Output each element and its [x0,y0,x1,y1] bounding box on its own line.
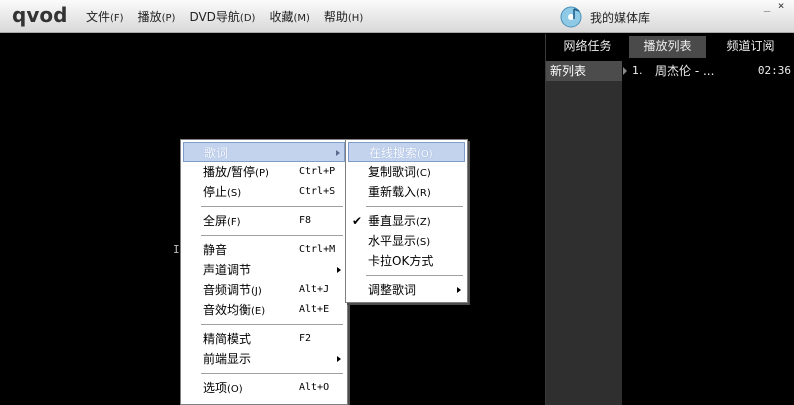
menu-item-fullscreen[interactable]: 全屏(F) F8 [181,211,347,231]
playlist-new-list[interactable]: 新列表 [546,61,622,81]
submenu-item-reload[interactable]: 重新载入(R) [346,182,467,202]
play-marker-icon [623,67,627,75]
menu-item-audio-adjust[interactable]: 音频调节(J) Alt+J [181,280,347,300]
submenu-arrow-icon [336,150,340,156]
menu-favorites[interactable]: 收藏(M) [269,8,309,25]
logo-text: qvod [12,4,67,27]
media-library-label: 我的媒体库 [590,10,651,25]
track-title: 周杰伦 - ... [655,64,715,78]
track-list: 1. 周杰伦 - ... 02:36 [623,61,794,405]
check-icon: ✔ [352,214,363,228]
media-library-icon [560,6,582,28]
menu-help[interactable]: 帮助(H) [324,8,363,25]
menu-file[interactable]: 文件(F) [86,8,124,25]
menu-item-stop[interactable]: 停止(S) Ctrl+S [181,182,347,202]
menu-item-lyrics[interactable]: 歌词 [183,142,345,162]
menu-item-front-display[interactable]: 前端显示 [181,349,347,369]
qvod-logo: qvod [12,4,67,27]
submenu-arrow-icon [337,267,341,273]
menu-item-compact-mode[interactable]: 精简模式 F2 [181,329,347,349]
track-row[interactable]: 1. 周杰伦 - ... 02:36 [623,61,794,81]
tab-network-tasks[interactable]: 网络任务 [546,36,629,58]
window-controls: _ × [760,0,788,14]
panel-tabs: 网络任务 播放列表 频道订阅 [546,34,794,58]
lyrics-submenu: 在线搜索(O) 复制歌词(C) 重新载入(R) ✔ 垂直显示(Z) 水平显示(S… [345,139,468,303]
menu-separator [366,206,463,207]
submenu-arrow-icon [457,287,461,293]
menu-separator [201,235,343,236]
menu-separator [201,373,343,374]
menu-item-channel-adjust[interactable]: 声道调节 [181,260,347,280]
title-bar: qvod 文件(F) 播放(P) DVD导航(D) 收藏(M) 帮助(H) 我的… [0,0,794,33]
context-menu: 歌词 播放/暂停(P) Ctrl+P 停止(S) Ctrl+S 全屏(F) F8… [180,139,348,405]
menu-play[interactable]: 播放(P) [138,8,176,25]
submenu-item-vertical-display[interactable]: ✔ 垂直显示(Z) [346,211,467,231]
menu-item-mute[interactable]: 静音 Ctrl+M [181,240,347,260]
media-library-button[interactable]: 我的媒体库 [558,5,650,29]
menu-bar: 文件(F) 播放(P) DVD导航(D) 收藏(M) 帮助(H) [86,0,377,33]
submenu-item-adjust-lyrics[interactable]: 调整歌词 [346,280,467,300]
submenu-item-karaoke-mode[interactable]: 卡拉OK方式 [346,251,467,271]
minimize-button[interactable]: _ [760,0,774,14]
menu-separator [201,324,343,325]
menu-dvd-nav[interactable]: DVD导航(D) [189,8,255,25]
playlist-panel: 网络任务 播放列表 频道订阅 新列表 1. 周杰伦 - ... 02:36 [545,34,794,405]
menu-separator [366,275,463,276]
close-button[interactable]: × [774,0,788,14]
menu-separator [201,206,343,207]
menu-item-play-pause[interactable]: 播放/暂停(P) Ctrl+P [181,162,347,182]
video-overlay-text: I [173,243,180,256]
menu-item-options[interactable]: 选项(O) Alt+O [181,378,347,398]
tab-channel-subscription[interactable]: 频道订阅 [706,36,794,58]
submenu-item-copy-lyrics[interactable]: 复制歌词(C) [346,162,467,182]
playlist-list-column: 新列表 [546,61,622,405]
submenu-item-horizontal-display[interactable]: 水平显示(S) [346,231,467,251]
track-duration: 02:36 [757,64,791,77]
submenu-arrow-icon [337,356,341,362]
tab-playlist[interactable]: 播放列表 [629,36,706,58]
submenu-item-online-search[interactable]: 在线搜索(O) [348,142,465,162]
menu-item-equalizer[interactable]: 音效均衡(E) Alt+E [181,300,347,320]
track-index: 1. [632,64,643,77]
